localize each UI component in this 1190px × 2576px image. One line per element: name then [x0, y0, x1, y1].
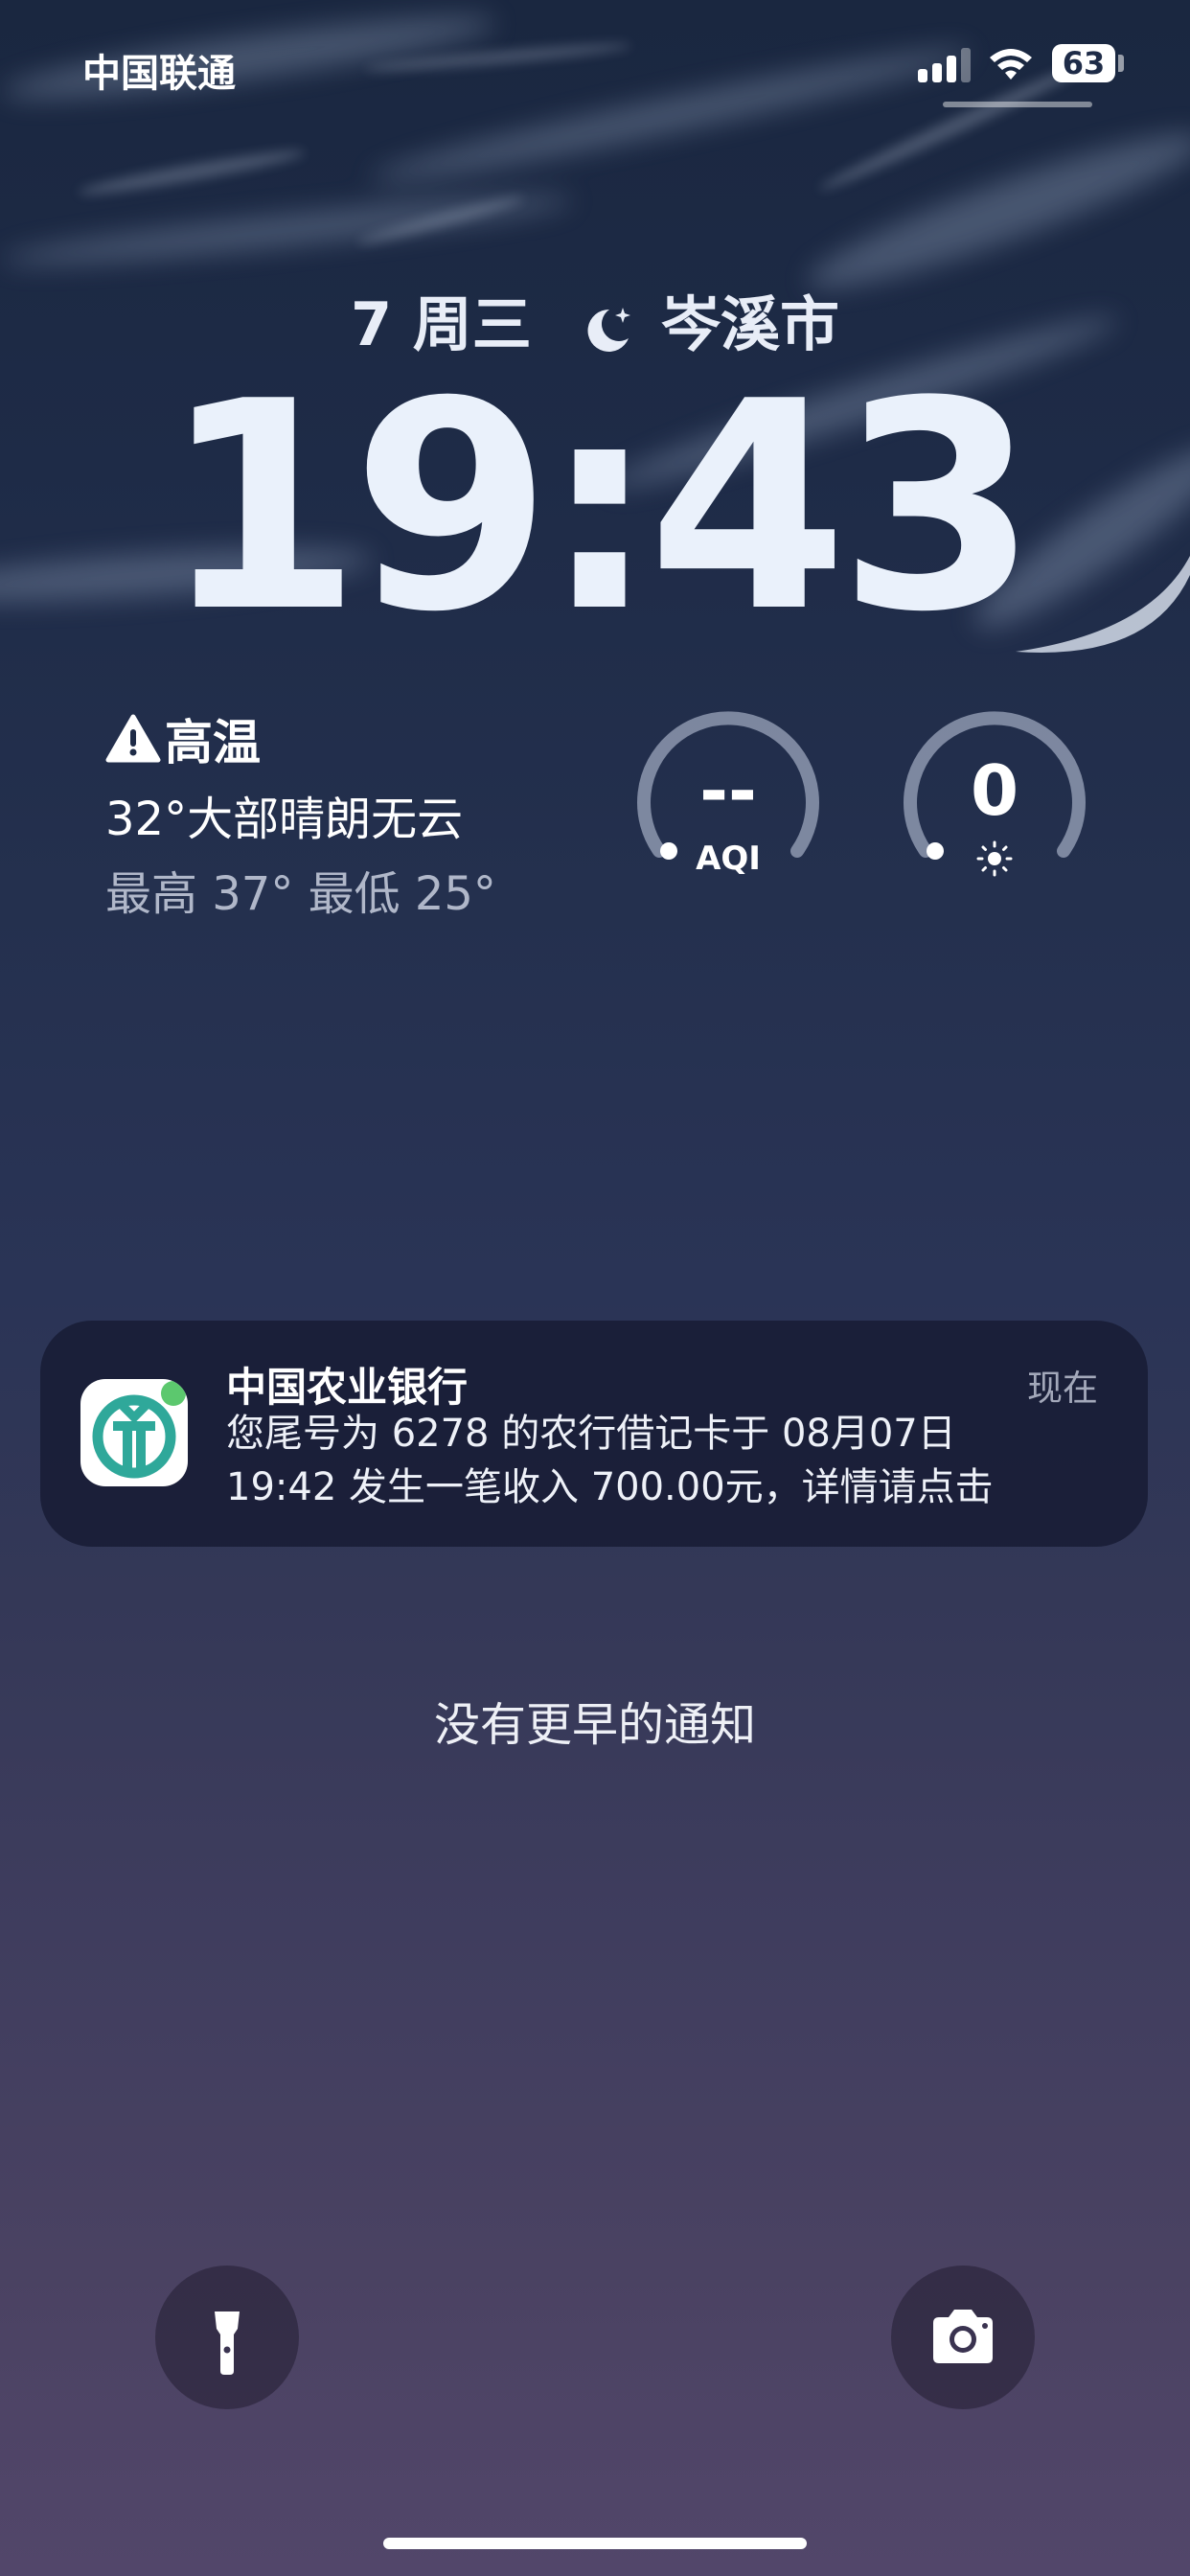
flashlight-icon	[215, 2312, 240, 2375]
camera-icon	[933, 2310, 993, 2363]
camera-button[interactable]	[891, 2266, 1035, 2409]
notification-line-1: 您尾号为 6278 的农行借记卡于 08月07日	[226, 1412, 956, 1456]
weather-alert-label: 高温	[165, 715, 261, 770]
battery-tip	[1118, 55, 1124, 72]
app-badge	[161, 1381, 186, 1406]
notification-body: 您尾号为 6278 的农行借记卡于 08月07日 19:42 发生一笔收入 70…	[226, 1407, 1098, 1514]
control-center-grabber[interactable]	[943, 102, 1092, 107]
wifi-icon	[990, 49, 1032, 80]
sun-icon	[976, 840, 1013, 877]
cellular-signal-icon	[918, 48, 972, 82]
weather-alert: 高温	[105, 704, 565, 773]
weather-range: 最高 37° 最低 25°	[105, 867, 496, 921]
home-indicator[interactable]	[383, 2538, 807, 2549]
aqi-label: AQI	[696, 840, 761, 878]
notification-line-2: 19:42 发生一笔收入 700.00元，详情请点击	[226, 1465, 994, 1509]
battery-icon: 63	[1052, 44, 1115, 82]
weather-widget[interactable]: 高温 32°大部晴朗无云 最高 37° 最低 25°	[105, 704, 565, 923]
uv-value: 0	[970, 750, 1019, 831]
warning-icon	[105, 714, 161, 763]
no-older-notifications: 没有更早的通知	[433, 1698, 756, 1752]
notification-app-name: 中国农业银行	[226, 1364, 469, 1411]
abc-bank-icon	[80, 1379, 188, 1486]
status-bar: 中国联通 63	[0, 0, 1190, 125]
aqi-gauge-widget[interactable]: -- AQI	[632, 698, 824, 880]
uv-gauge-widget[interactable]: 0	[899, 698, 1090, 880]
notification-card[interactable]: 中国农业银行 现在 您尾号为 6278 的农行借记卡于 08月07日 19:42…	[40, 1321, 1148, 1547]
carrier-label: 中国联通	[82, 52, 236, 96]
lock-clock[interactable]: 19:43	[0, 345, 1190, 671]
aqi-value: --	[699, 750, 757, 831]
flashlight-button[interactable]	[155, 2266, 299, 2409]
weather-condition: 32°大部晴朗无云	[105, 793, 464, 846]
notification-time: 现在	[1027, 1368, 1098, 1409]
